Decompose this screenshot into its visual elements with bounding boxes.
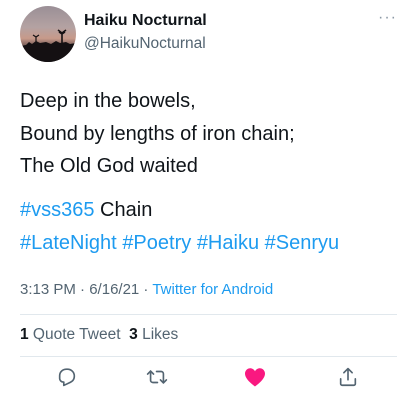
hashtag-line: #vss365 Chain xyxy=(20,198,152,222)
meta-separator: · xyxy=(75,281,90,298)
hashtag-line: #LateNight #Poetry #Haiku #Senryu xyxy=(20,231,339,255)
hashtag-link[interactable]: #Haiku xyxy=(197,232,259,254)
tweet-date[interactable]: 6/16/21 xyxy=(89,281,139,298)
hashtag-link[interactable]: #LateNight xyxy=(20,232,117,254)
author-handle[interactable]: @HaikuNocturnal xyxy=(84,35,206,53)
author-name[interactable]: Haiku Nocturnal xyxy=(84,12,207,30)
tweet-text-word: Chain xyxy=(94,199,153,221)
retweet-icon xyxy=(146,370,168,384)
divider xyxy=(20,356,397,357)
avatar[interactable] xyxy=(20,6,76,62)
tweet-time[interactable]: 3:13 PM xyxy=(20,281,76,298)
retweet-button[interactable] xyxy=(144,364,170,390)
like-count: 3 xyxy=(129,326,138,343)
more-options-icon[interactable]: ··· xyxy=(378,10,397,26)
reply-icon xyxy=(58,368,76,387)
quote-tweets-stat[interactable]: 1 Quote Tweet xyxy=(20,326,121,343)
hashtag-link[interactable]: #vss365 xyxy=(20,199,95,221)
divider xyxy=(20,314,397,315)
like-button[interactable] xyxy=(242,364,268,390)
tweet-text-line: The Old God waited xyxy=(20,155,198,177)
likes-stat[interactable]: 3 Likes xyxy=(129,326,178,343)
hashtag-link[interactable]: #Senryu xyxy=(265,232,340,254)
tweet-text-line: Deep in the bowels, xyxy=(20,90,196,112)
hashtag-link[interactable]: #Poetry xyxy=(122,232,191,254)
avatar-image xyxy=(20,29,76,62)
tweet-source-link[interactable]: Twitter for Android xyxy=(152,281,273,298)
share-icon xyxy=(339,367,357,387)
share-button[interactable] xyxy=(335,364,361,390)
tweet-meta: 3:13 PM · 6/16/21 · Twitter for Android xyxy=(20,281,273,298)
meta-separator: · xyxy=(139,281,153,298)
tweet-text-line: Bound by lengths of iron chain; xyxy=(20,123,295,145)
quote-count: 1 xyxy=(20,326,29,343)
tweet-card: Haiku Nocturnal @HaikuNocturnal ··· Deep… xyxy=(0,0,417,400)
tweet-stats: 1 Quote Tweet 3 Likes xyxy=(20,326,178,344)
heart-icon xyxy=(245,368,265,387)
quote-label: Quote Tweet xyxy=(28,326,121,343)
like-label: Likes xyxy=(137,326,179,343)
reply-button[interactable] xyxy=(54,364,80,390)
